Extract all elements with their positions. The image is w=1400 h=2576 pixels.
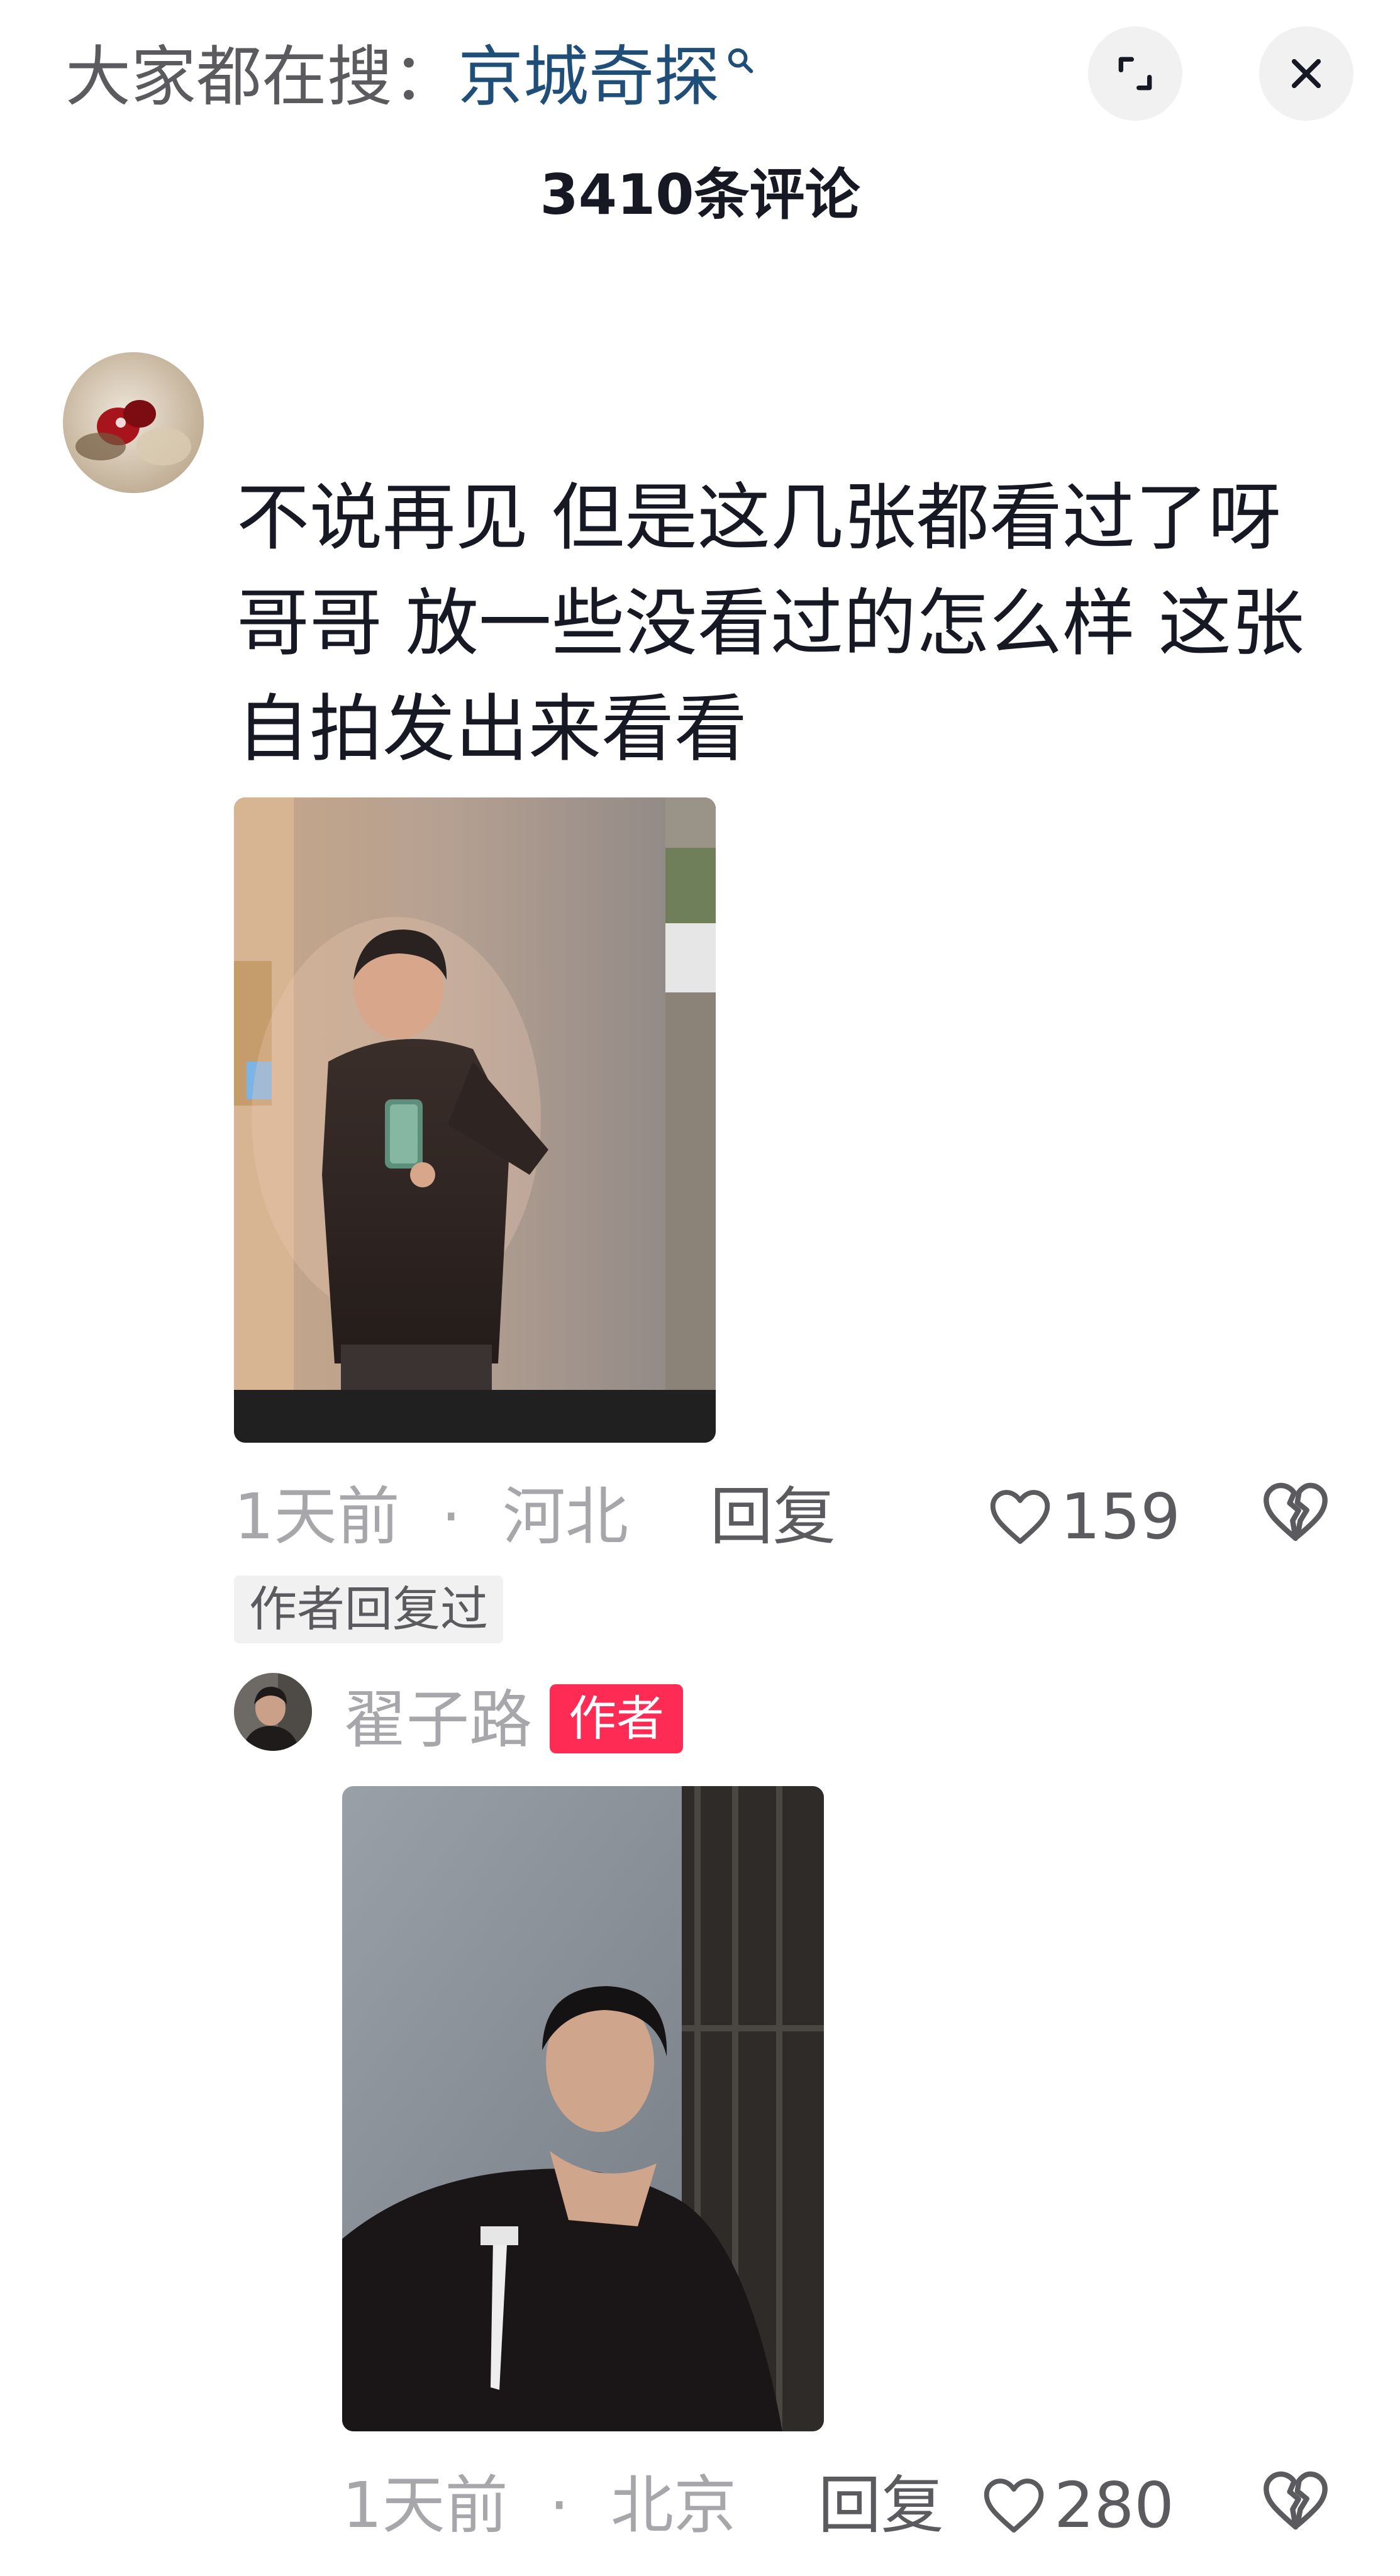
search-icon (728, 48, 753, 74)
like-count: 159 (1060, 1480, 1181, 1553)
comment-location: 河北 (503, 1480, 629, 1553)
like-button[interactable]: 159 (987, 1479, 1181, 1555)
heart-icon (984, 2479, 1044, 2533)
comment-line: 不说再见 但是这几张都看过了呀 (236, 475, 1281, 560)
heart-icon (990, 1490, 1050, 1544)
portrait-photo (342, 1786, 824, 2431)
reply-time: 1天前 (342, 2468, 508, 2542)
author-replied-tag: 作者回复过 (234, 1575, 503, 1643)
reply-like-count: 280 (1054, 2468, 1174, 2542)
reply-button[interactable]: 回复 (710, 1480, 836, 1553)
comment-meta: 1天前 · 河北 回复 (234, 1479, 836, 1555)
reply-location: 北京 (611, 2468, 737, 2542)
author-avatar-image (234, 1673, 312, 1751)
comment-image[interactable] (234, 797, 716, 1443)
reply-image[interactable] (342, 1786, 824, 2431)
comment-line: 自拍发出来看看 (236, 687, 747, 772)
dislike-button[interactable] (1260, 1477, 1331, 1547)
hot-search-keyword[interactable]: 京城奇探 (458, 36, 719, 117)
close-icon (1291, 58, 1321, 89)
comment-text: 不说再见 但是这几张都看过了呀 哥哥 放一些没看过的怎么样 这张 自拍发出来看看 (236, 465, 1356, 782)
reply-like-button[interactable]: 280 (981, 2468, 1174, 2543)
commenter-avatar[interactable] (63, 352, 204, 493)
selfie-photo (234, 797, 716, 1443)
meta-separator: · (549, 2468, 570, 2542)
close-button[interactable] (1259, 26, 1353, 121)
expand-button[interactable] (1088, 26, 1182, 121)
reply-dislike-button[interactable] (1260, 2465, 1331, 2536)
reply-reply-button[interactable]: 回复 (818, 2468, 944, 2542)
meta-separator: · (441, 1480, 462, 1553)
comment-time: 1天前 (234, 1480, 400, 1553)
broken-heart-icon (1264, 2471, 1328, 2530)
broken-heart-icon (1264, 1482, 1328, 1541)
comment-count-title: 3410条评论 (540, 162, 860, 227)
author-avatar[interactable] (234, 1673, 312, 1751)
author-username[interactable]: 翟子路 (343, 1682, 532, 1758)
avatar-image (63, 352, 204, 493)
expand-icon (1118, 57, 1152, 91)
hot-search-bar[interactable]: 大家都在搜： 京城奇探 (65, 36, 755, 117)
author-badge: 作者 (550, 1684, 683, 1753)
reply-meta: 1天前 · 北京 回复 (342, 2468, 944, 2543)
comment-line: 哥哥 放一些没看过的怎么样 这张 (236, 581, 1304, 666)
hot-search-prefix: 大家都在搜： (65, 38, 458, 115)
